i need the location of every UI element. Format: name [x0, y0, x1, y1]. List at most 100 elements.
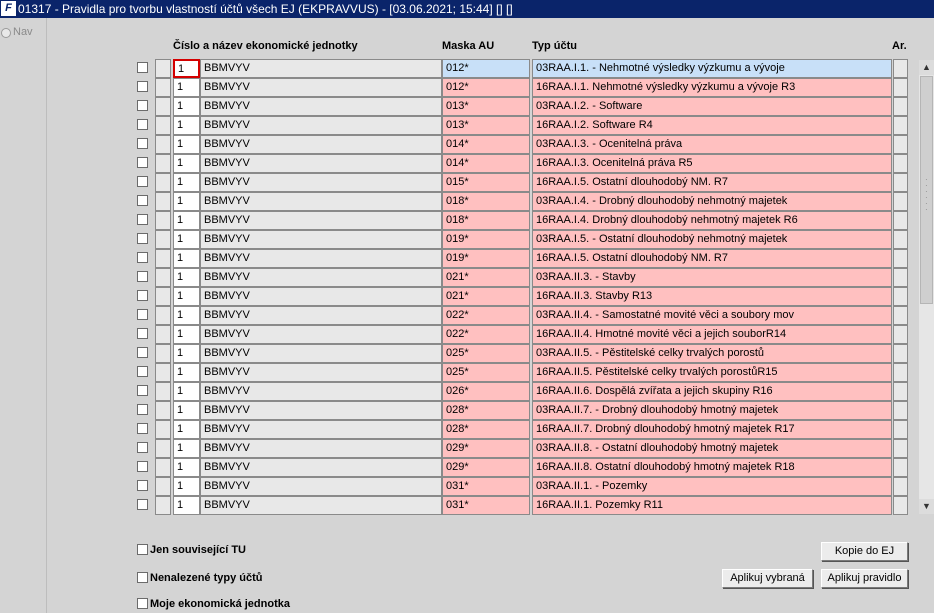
unit-number-field[interactable]: 1 [173, 268, 200, 287]
unit-number-field[interactable]: 1 [173, 477, 200, 496]
table-row[interactable]: 1 BBMVYV 029* 03RAA.II.8. - Ostatní dlouhod… [48, 439, 934, 458]
unit-number-field[interactable]: 1 [173, 363, 200, 382]
archive-field[interactable] [893, 97, 908, 116]
archive-field[interactable] [893, 420, 908, 439]
archive-field[interactable] [893, 401, 908, 420]
unit-number-field[interactable]: 1 [173, 401, 200, 420]
archive-field[interactable] [893, 211, 908, 230]
scroll-down-icon[interactable]: ▼ [919, 499, 934, 514]
mask-field[interactable]: 014* [442, 135, 530, 154]
archive-field[interactable] [893, 249, 908, 268]
archive-field[interactable] [893, 363, 908, 382]
row-checkbox[interactable] [137, 442, 148, 453]
archive-field[interactable] [893, 116, 908, 135]
mask-field[interactable]: 029* [442, 439, 530, 458]
archive-field[interactable] [893, 154, 908, 173]
unit-number-field[interactable]: 1 [173, 496, 200, 515]
archive-field[interactable] [893, 306, 908, 325]
row-checkbox[interactable] [137, 423, 148, 434]
account-type-field[interactable]: 16RAA.II.5. Pěstitelské celky trvalých p… [532, 363, 892, 382]
mask-field[interactable]: 031* [442, 477, 530, 496]
table-row[interactable]: 1 BBMVYV 019* 16RAA.I.5. Ostatní dlouhodobý… [48, 249, 934, 268]
unit-number-field[interactable]: 1 [173, 325, 200, 344]
table-row[interactable]: 1 BBMVYV 031* 03RAA.II.1. - Pozemky [48, 477, 934, 496]
mask-field[interactable]: 015* [442, 173, 530, 192]
row-selector[interactable] [155, 420, 171, 439]
table-row[interactable]: 1 BBMVYV 012* 16RAA.I.1. Nehmotné výsledky … [48, 78, 934, 97]
table-row[interactable]: 1 BBMVYV 031* 16RAA.II.1. Pozemky R11 [48, 496, 934, 515]
table-row[interactable]: 1 BBMVYV 028* 16RAA.II.7. Drobný dlouhodobý… [48, 420, 934, 439]
mask-field[interactable]: 019* [442, 249, 530, 268]
mask-field[interactable]: 025* [442, 344, 530, 363]
unit-name-field[interactable]: BBMVYV [200, 249, 442, 268]
row-selector[interactable] [155, 382, 171, 401]
row-checkbox[interactable] [137, 480, 148, 491]
table-row[interactable]: 1 BBMVYV 025* 16RAA.II.5. Pěstitelské celky… [48, 363, 934, 382]
row-checkbox[interactable] [137, 195, 148, 206]
mask-field[interactable]: 031* [442, 496, 530, 515]
archive-field[interactable] [893, 496, 908, 515]
archive-field[interactable] [893, 287, 908, 306]
row-checkbox[interactable] [137, 176, 148, 187]
table-row[interactable]: 1 BBMVYV 012* 03RAA.I.1. - Nehmotné výsledk… [48, 59, 934, 78]
account-type-field[interactable]: 16RAA.II.8. Ostatní dlouhodobý hmotný ma… [532, 458, 892, 477]
row-selector[interactable] [155, 249, 171, 268]
option-my-unit[interactable]: Moje ekonomická jednotka [137, 598, 290, 610]
row-checkbox[interactable] [137, 366, 148, 377]
row-checkbox[interactable] [137, 271, 148, 282]
table-row[interactable]: 1 BBMVYV 022* 16RAA.II.4. Hmotné movité věc… [48, 325, 934, 344]
row-selector[interactable] [155, 477, 171, 496]
table-row[interactable]: 1 BBMVYV 018* 03RAA.I.4. - Drobný dlouhodob… [48, 192, 934, 211]
row-checkbox[interactable] [137, 347, 148, 358]
account-type-field[interactable]: 16RAA.I.2. Software R4 [532, 116, 892, 135]
row-checkbox[interactable] [137, 214, 148, 225]
row-selector[interactable] [155, 116, 171, 135]
scroll-thumb[interactable]: · · · · · · [920, 76, 933, 304]
unit-number-field[interactable]: 1 [173, 458, 200, 477]
row-selector[interactable] [155, 439, 171, 458]
unit-name-field[interactable]: BBMVYV [200, 97, 442, 116]
row-checkbox[interactable] [137, 385, 148, 396]
row-selector[interactable] [155, 344, 171, 363]
unit-name-field[interactable]: BBMVYV [200, 192, 442, 211]
table-row[interactable]: 1 BBMVYV 018* 16RAA.I.4. Drobný dlouhodobý … [48, 211, 934, 230]
unit-number-field[interactable]: 1 [173, 230, 200, 249]
unit-number-field[interactable]: 1 [173, 344, 200, 363]
unit-name-field[interactable]: BBMVYV [200, 287, 442, 306]
row-selector[interactable] [155, 78, 171, 97]
mask-field[interactable]: 012* [442, 59, 530, 78]
unit-name-field[interactable]: BBMVYV [200, 154, 442, 173]
row-selector[interactable] [155, 287, 171, 306]
account-type-field[interactable]: 16RAA.I.3. Ocenitelná práva R5 [532, 154, 892, 173]
row-checkbox[interactable] [137, 328, 148, 339]
row-selector[interactable] [155, 211, 171, 230]
account-type-field[interactable]: 16RAA.II.3. Stavby R13 [532, 287, 892, 306]
table-row[interactable]: 1 BBMVYV 025* 03RAA.II.5. - Pěstitelské cel… [48, 344, 934, 363]
account-type-field[interactable]: 03RAA.II.1. - Pozemky [532, 477, 892, 496]
scroll-up-icon[interactable]: ▲ [919, 60, 934, 75]
row-selector[interactable] [155, 230, 171, 249]
row-checkbox[interactable] [137, 233, 148, 244]
mask-field[interactable]: 026* [442, 382, 530, 401]
my-unit-checkbox[interactable] [137, 598, 148, 609]
account-type-field[interactable]: 16RAA.II.6. Dospělá zvířata a jejich sku… [532, 382, 892, 401]
mask-field[interactable]: 025* [442, 363, 530, 382]
unit-number-field[interactable]: 1 [173, 192, 200, 211]
account-type-field[interactable]: 16RAA.II.4. Hmotné movité věci a jejich … [532, 325, 892, 344]
archive-field[interactable] [893, 59, 908, 78]
account-type-field[interactable]: 16RAA.I.5. Ostatní dlouhodobý NM. R7 [532, 249, 892, 268]
account-type-field[interactable]: 03RAA.I.2. - Software [532, 97, 892, 116]
unit-number-field[interactable]: 1 [173, 287, 200, 306]
unit-number-field[interactable]: 1 [173, 249, 200, 268]
unit-number-field[interactable]: 1 [173, 439, 200, 458]
row-selector[interactable] [155, 401, 171, 420]
unit-number-field[interactable]: 1 [173, 154, 200, 173]
archive-field[interactable] [893, 477, 908, 496]
account-type-field[interactable]: 03RAA.II.4. - Samostatné movité věci a s… [532, 306, 892, 325]
row-selector[interactable] [155, 59, 171, 78]
table-row[interactable]: 1 BBMVYV 014* 16RAA.I.3. Ocenitelná práva R… [48, 154, 934, 173]
row-selector[interactable] [155, 192, 171, 211]
unit-name-field[interactable]: BBMVYV [200, 211, 442, 230]
apply-selected-button[interactable]: Aplikuj vybraná [722, 569, 813, 588]
mask-field[interactable]: 028* [442, 420, 530, 439]
